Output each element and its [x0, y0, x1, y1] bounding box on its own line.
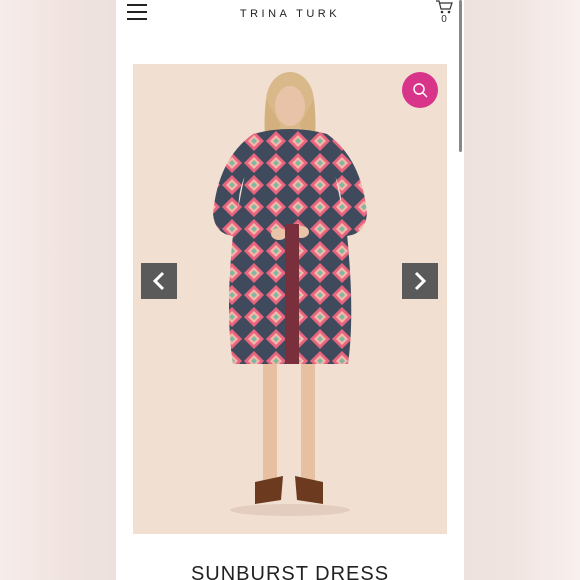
- background-right: [464, 0, 580, 580]
- model-figure: [213, 72, 367, 516]
- background-left: [0, 0, 116, 580]
- next-image-button[interactable]: [402, 263, 438, 299]
- cart-icon: [436, 0, 453, 14]
- product-image[interactable]: [133, 64, 447, 534]
- brand-logo[interactable]: TRINA TURK: [116, 8, 464, 20]
- product-page: TRINA TURK 0 SUNBURST DRESS: [116, 0, 464, 580]
- product-title: SUNBURST DRESS: [190, 563, 390, 580]
- scrollbar[interactable]: [459, 0, 462, 152]
- cart-count: 0: [441, 14, 447, 25]
- chevron-left-icon: [152, 271, 165, 291]
- cart-button[interactable]: 0: [434, 0, 454, 26]
- chevron-right-icon: [414, 271, 427, 291]
- previous-image-button[interactable]: [141, 263, 177, 299]
- search-icon: [413, 83, 428, 98]
- zoom-button[interactable]: [402, 72, 438, 108]
